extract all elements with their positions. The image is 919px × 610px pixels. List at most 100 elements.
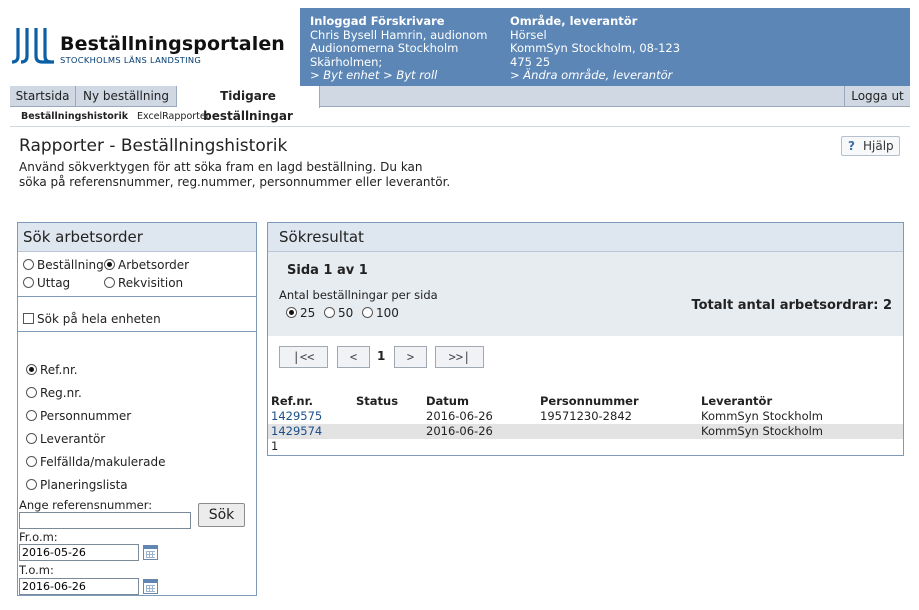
- question-icon: ?: [848, 139, 855, 153]
- type-bestallning-radio[interactable]: [23, 259, 34, 270]
- user-info-panel: Inloggad Förskrivare Chris Bysell Hamrin…: [300, 8, 910, 86]
- criteria-regnr-option[interactable]: Reg.nr.: [26, 386, 82, 400]
- page-info: Sida 1 av 1: [287, 263, 368, 278]
- user-name: Chris Bysell Hamrin, audionom: [310, 27, 488, 42]
- per-page-label: Antal beställningar per sida: [279, 288, 438, 302]
- intro-line-2: söka på referensnummer, reg.nummer, pers…: [19, 174, 451, 189]
- to-date-input[interactable]: [19, 578, 139, 595]
- type-uttag-radio[interactable]: [23, 277, 34, 288]
- whole-unit-option[interactable]: Sök på hela enheten: [23, 312, 161, 326]
- to-date-label: T.o.m:: [19, 563, 54, 577]
- criteria-personnummer-label: Personnummer: [40, 409, 132, 423]
- type-uttag-option[interactable]: Uttag: [23, 276, 70, 290]
- type-arbetsorder-radio[interactable]: [104, 259, 115, 270]
- calendar-icon[interactable]: [143, 579, 158, 594]
- criteria-regnr-label: Reg.nr.: [40, 386, 82, 400]
- criteria-personnummer-option[interactable]: Personnummer: [26, 409, 131, 423]
- area-value: Hörsel: [510, 27, 547, 42]
- per-page-100-label: 100: [376, 306, 399, 320]
- criteria-felfallda-label: Felfällda/makulerade: [40, 455, 166, 469]
- per-page-25-radio[interactable]: [286, 307, 297, 318]
- sub-navigation: Beställningshistorik ExcelRapporter: [10, 107, 910, 127]
- change-area-link[interactable]: > Ändra område, leverantör: [510, 69, 680, 83]
- supplier-value: KommSyn Stockholm, 08-123: [510, 41, 681, 56]
- col-header-refnr[interactable]: Ref.nr.: [271, 394, 313, 408]
- brand-logo[interactable]: Beställningsportalen STOCKHOLMS LÄNS LAN…: [10, 26, 285, 72]
- divider: [18, 296, 256, 297]
- user-location: Skärholmen;: [310, 54, 383, 69]
- col-header-datum[interactable]: Datum: [426, 394, 469, 408]
- col-header-status[interactable]: Status: [356, 394, 398, 408]
- type-rekvisition-option[interactable]: Rekvisition: [104, 276, 183, 290]
- type-rekvisition-radio[interactable]: [104, 277, 115, 288]
- per-page-50-option[interactable]: 50: [324, 306, 353, 320]
- change-role-link[interactable]: > Byt roll: [383, 68, 437, 83]
- table-row: 1429575 2016-06-26 19571230-2842 KommSyn…: [268, 409, 903, 424]
- tab-startsida[interactable]: Startsida: [10, 86, 76, 107]
- from-date-label: Fr.o.m:: [19, 530, 58, 544]
- results-panel: Sökresultat Sida 1 av 1 Antal beställnin…: [267, 222, 904, 456]
- type-arbetsorder-label: Arbetsorder: [118, 258, 190, 272]
- whole-unit-checkbox[interactable]: [23, 313, 34, 324]
- row-personnummer: 19571230-2842: [540, 409, 632, 423]
- row-ref-link[interactable]: 1429575: [271, 409, 322, 424]
- criteria-regnr-radio[interactable]: [26, 387, 37, 398]
- search-panel-title: Sök arbetsorder: [18, 223, 256, 252]
- row-supplier: KommSyn Stockholm: [701, 424, 824, 438]
- main-tab-bar: Startsida Ny beställning Tidigare bestäl…: [10, 86, 910, 123]
- per-page-25-label: 25: [300, 306, 316, 320]
- brand-subtitle: STOCKHOLMS LÄNS LANDSTING: [60, 55, 202, 65]
- type-bestallning-option[interactable]: Beställning: [23, 258, 104, 272]
- criteria-leverantor-radio[interactable]: [26, 433, 37, 444]
- page-title: Rapporter - Beställningshistorik: [19, 136, 288, 156]
- tab-tidigare-bestallningar[interactable]: Tidigare beställningar: [177, 86, 320, 123]
- criteria-felfallda-radio[interactable]: [26, 456, 37, 467]
- pager-last-button[interactable]: >>|: [435, 346, 484, 368]
- intro-line-1: Använd sökverktygen för att söka fram en…: [19, 160, 423, 174]
- criteria-planeringslista-option[interactable]: Planeringslista: [26, 478, 128, 492]
- search-panel: Sök arbetsorder Beställning Arbetsorder …: [17, 222, 257, 596]
- per-page-100-radio[interactable]: [362, 307, 373, 318]
- col-header-leverantor[interactable]: Leverantör: [701, 394, 772, 408]
- pager-next-button[interactable]: >: [394, 346, 427, 368]
- criteria-planeringslista-radio[interactable]: [26, 479, 37, 490]
- total-count: Totalt antal arbetsordrar: 2: [691, 298, 892, 313]
- type-bestallning-label: Beställning: [37, 258, 104, 272]
- whole-unit-label: Sök på hela enheten: [37, 312, 161, 326]
- criteria-leverantor-option[interactable]: Leverantör: [26, 432, 105, 446]
- from-date-input[interactable]: [19, 544, 139, 561]
- results-panel-title: Sökresultat: [268, 223, 903, 252]
- criteria-personnummer-radio[interactable]: [26, 410, 37, 421]
- footer-page-number[interactable]: 1: [271, 439, 278, 453]
- per-page-100-option[interactable]: 100: [362, 306, 399, 320]
- logout-button[interactable]: Logga ut: [844, 86, 910, 107]
- row-date: 2016-06-26: [426, 424, 493, 438]
- area-supplier-heading: Område, leverantör: [510, 14, 638, 28]
- criteria-refnr-option[interactable]: Ref.nr.: [26, 363, 78, 377]
- calendar-icon[interactable]: [143, 545, 158, 560]
- type-rekvisition-label: Rekvisition: [118, 276, 184, 290]
- search-button[interactable]: Sök: [198, 503, 245, 527]
- per-page-50-label: 50: [338, 306, 354, 320]
- type-arbetsorder-option[interactable]: Arbetsorder: [104, 258, 189, 272]
- pager-first-button[interactable]: |<<: [279, 346, 328, 368]
- criteria-planeringslista-label: Planeringslista: [40, 478, 128, 492]
- brand-title: Beställningsportalen: [60, 33, 285, 55]
- row-ref-link[interactable]: 1429574: [271, 424, 322, 439]
- per-page-25-option[interactable]: 25: [286, 306, 315, 320]
- tab-ny-bestallning[interactable]: Ny beställning: [76, 86, 177, 107]
- subnav-bestallningshistorik[interactable]: Beställningshistorik: [21, 111, 128, 122]
- criteria-felfallda-option[interactable]: Felfällda/makulerade: [26, 455, 165, 469]
- change-unit-link[interactable]: > Byt enhet: [310, 68, 379, 83]
- criteria-refnr-label: Ref.nr.: [40, 363, 78, 377]
- divider: [18, 331, 256, 332]
- subnav-excelrapporter[interactable]: ExcelRapporter: [137, 111, 210, 122]
- row-supplier: KommSyn Stockholm: [701, 409, 824, 423]
- pager-prev-button[interactable]: <: [337, 346, 370, 368]
- per-page-50-radio[interactable]: [324, 307, 335, 318]
- help-button[interactable]: ? Hjälp: [841, 136, 900, 156]
- criteria-leverantor-label: Leverantör: [40, 432, 106, 446]
- ref-number-input[interactable]: [19, 512, 191, 529]
- criteria-refnr-radio[interactable]: [26, 364, 37, 375]
- col-header-personnummer[interactable]: Personnummer: [540, 394, 639, 408]
